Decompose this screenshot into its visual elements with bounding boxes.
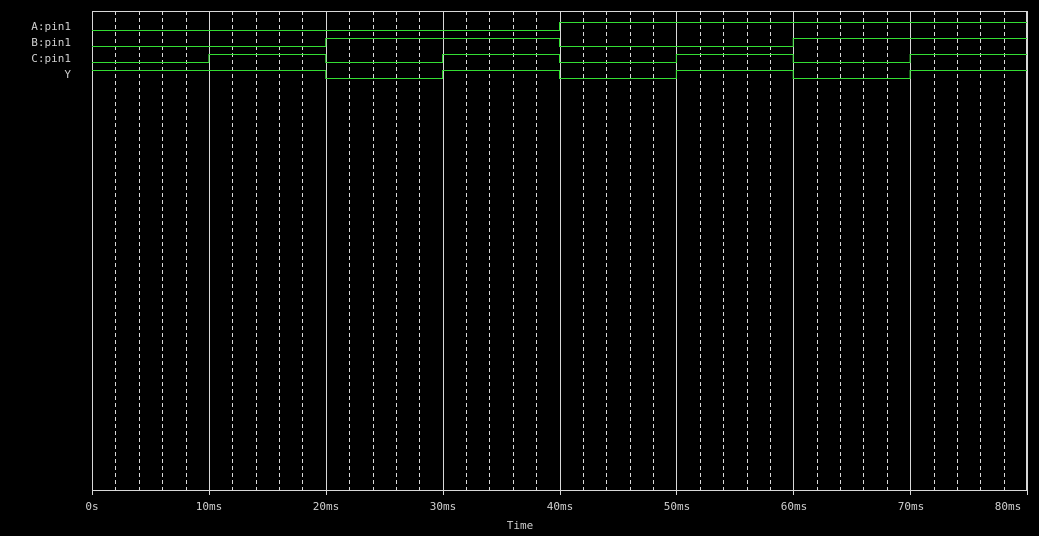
x-tick-label: 40ms [546,500,574,513]
x-axis-label: Time [506,519,534,532]
x-tick-label: 30ms [429,500,457,513]
x-tick-label: 20ms [312,500,340,513]
waveform-window: A:pin1 B:pin1 C:pin1 Y 0s 10ms 20ms 30ms… [0,0,1039,536]
signal-label-c: C:pin1 [31,52,71,65]
waveform-plot [92,11,1028,495]
signal-label-y: Y [64,68,71,81]
x-tick-label: 70ms [897,500,925,513]
x-tick-label: 60ms [780,500,808,513]
x-tick-label: 0s [85,500,99,513]
x-tick-label: 10ms [195,500,223,513]
signal-label-b: B:pin1 [31,36,71,49]
x-tick-label: 80ms [994,500,1022,513]
signal-label-a: A:pin1 [31,20,71,33]
x-tick-label: 50ms [663,500,691,513]
